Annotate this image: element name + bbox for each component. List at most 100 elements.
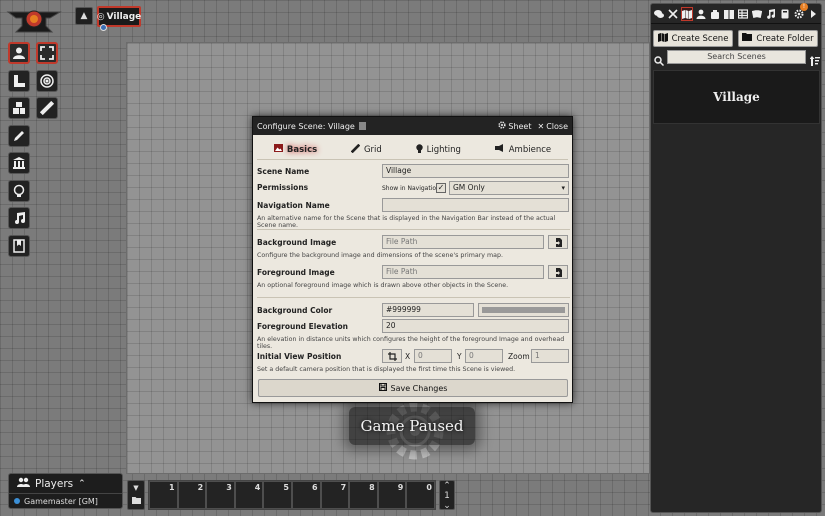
bg-image-input[interactable]: File Path: [382, 235, 544, 249]
scene-entry-name: Village: [713, 90, 760, 104]
macro-slot[interactable]: 7: [320, 481, 350, 509]
cards-icon[interactable]: [751, 7, 763, 21]
initial-x-input[interactable]: 0: [414, 349, 452, 363]
chevron-up-icon[interactable]: ⌃: [440, 481, 454, 491]
sound-controls-button[interactable]: [8, 207, 30, 229]
playlists-icon[interactable]: [765, 7, 777, 21]
app-logo[interactable]: [6, 6, 62, 36]
capture-view-button[interactable]: [382, 349, 402, 363]
macro-slot[interactable]: 5: [263, 481, 292, 509]
initial-zoom-input[interactable]: 1: [531, 349, 569, 363]
drawing-controls-button[interactable]: [8, 125, 30, 147]
chevron-up-icon: ▲: [80, 11, 88, 21]
search-scenes-input[interactable]: Search Scenes: [667, 50, 806, 64]
initial-y-input[interactable]: 0: [465, 349, 503, 363]
close-label: Close: [546, 121, 568, 131]
chat-icon[interactable]: [653, 7, 665, 21]
tab-grid-label: Grid: [363, 144, 382, 155]
bookmark-icon: [13, 239, 25, 253]
show-in-nav-checkbox[interactable]: ✓: [436, 183, 446, 193]
sort-icon[interactable]: [809, 51, 820, 70]
tiles-controls-button[interactable]: [8, 97, 30, 119]
macro-slot[interactable]: 3: [206, 481, 235, 509]
target-icon: ◎: [96, 11, 105, 22]
bg-color-input[interactable]: #999999: [382, 303, 474, 317]
collapse-sidebar-icon[interactable]: [807, 7, 819, 21]
nav-scene-village[interactable]: ◎ Village: [96, 6, 141, 31]
chevron-down-icon[interactable]: ▼: [133, 484, 138, 492]
sheet-config-button[interactable]: Sheet: [498, 121, 532, 131]
expand-icon: [40, 46, 54, 60]
players-list[interactable]: Players ⌃ Gamemaster [GM]: [8, 473, 123, 509]
tables-icon[interactable]: [737, 7, 749, 21]
nav-name-input[interactable]: [382, 198, 569, 212]
hotbar-page-control[interactable]: ⌃ 1 ⌄: [439, 480, 455, 511]
macro-slot[interactable]: 6: [291, 481, 321, 509]
chevron-down-icon[interactable]: ⌄: [440, 501, 454, 511]
tab-basics[interactable]: Basics: [270, 142, 321, 157]
fg-image-hint: An optional foreground image which is dr…: [257, 282, 509, 289]
macro-slot[interactable]: 0: [406, 481, 435, 509]
image-icon: [273, 144, 283, 155]
dialog-header[interactable]: Configure Scene: Village Sheet ✕ Close: [253, 117, 572, 135]
nav-name-label: Navigation Name: [257, 201, 330, 210]
fg-image-input[interactable]: File Path: [382, 265, 544, 279]
scene-name-input[interactable]: Village: [382, 164, 569, 178]
settings-icon[interactable]: !: [793, 2, 808, 21]
macro-slot[interactable]: 9: [377, 481, 407, 509]
actors-icon[interactable]: [695, 7, 707, 21]
tab-ambience-label: Ambience: [508, 144, 552, 155]
macro-slot[interactable]: 1: [149, 481, 178, 509]
tab-grid[interactable]: Grid: [347, 142, 386, 158]
save-changes-button[interactable]: Save Changes: [258, 379, 568, 397]
target-controls-button[interactable]: [36, 70, 58, 92]
bg-image-browse-button[interactable]: [548, 235, 568, 249]
fg-image-browse-button[interactable]: [548, 265, 568, 279]
walls-controls-button[interactable]: [8, 152, 30, 174]
create-scene-button[interactable]: Create Scene: [653, 30, 733, 47]
sidebar-tabs: !: [651, 2, 821, 24]
search-icon: [654, 51, 665, 70]
bg-color-picker[interactable]: [478, 303, 569, 317]
macro-slot[interactable]: 8: [349, 481, 378, 509]
scene-entry-village[interactable]: Village: [653, 70, 820, 124]
nav-collapse-button[interactable]: ▲: [75, 7, 93, 25]
players-header[interactable]: Players ⌃: [9, 474, 122, 494]
section-divider: [257, 297, 570, 298]
hotbar-controls[interactable]: ▼: [127, 480, 145, 510]
folder-icon[interactable]: [131, 497, 141, 506]
macro-slot[interactable]: 4: [234, 481, 264, 509]
document-id-icon[interactable]: [359, 122, 367, 130]
tab-ambience[interactable]: Ambience: [491, 142, 555, 157]
ruler-controls-button[interactable]: [36, 97, 58, 119]
permission-select[interactable]: GM Only ▾: [449, 181, 569, 195]
scenes-icon[interactable]: [680, 6, 694, 21]
measure-controls-button[interactable]: [8, 70, 30, 92]
dialog-title: Configure Scene: Village: [257, 122, 492, 131]
player-row[interactable]: Gamemaster [GM]: [9, 494, 122, 508]
lighting-controls-button[interactable]: [8, 180, 30, 202]
chevron-down-icon: ▾: [561, 184, 565, 192]
macro-slot[interactable]: 2: [177, 481, 207, 509]
items-icon[interactable]: [709, 7, 721, 21]
bullseye-icon: [40, 74, 54, 88]
map-icon: [657, 32, 668, 45]
compendium-icon[interactable]: [779, 7, 791, 21]
music-icon: [15, 212, 25, 224]
tab-lighting[interactable]: Lighting: [412, 142, 465, 158]
notes-controls-button[interactable]: [8, 235, 30, 257]
select-targets-button[interactable]: [36, 42, 58, 64]
dialog-title-text: Configure Scene: Village: [257, 121, 355, 131]
token-controls-button[interactable]: [8, 42, 30, 64]
fg-elevation-input[interactable]: 20: [382, 319, 569, 333]
crop-icon: [387, 351, 397, 361]
close-button[interactable]: ✕ Close: [538, 122, 569, 131]
combat-icon[interactable]: [667, 7, 679, 21]
bulb-icon: [415, 143, 423, 156]
slot-number: 5: [283, 483, 289, 492]
initial-view-label: Initial View Position: [257, 352, 342, 361]
create-folder-button[interactable]: Create Folder: [738, 30, 818, 47]
fg-elevation-hint: An elevation in distance units which con…: [257, 336, 565, 350]
slot-number: 1: [169, 483, 175, 492]
journal-icon[interactable]: [723, 7, 735, 21]
